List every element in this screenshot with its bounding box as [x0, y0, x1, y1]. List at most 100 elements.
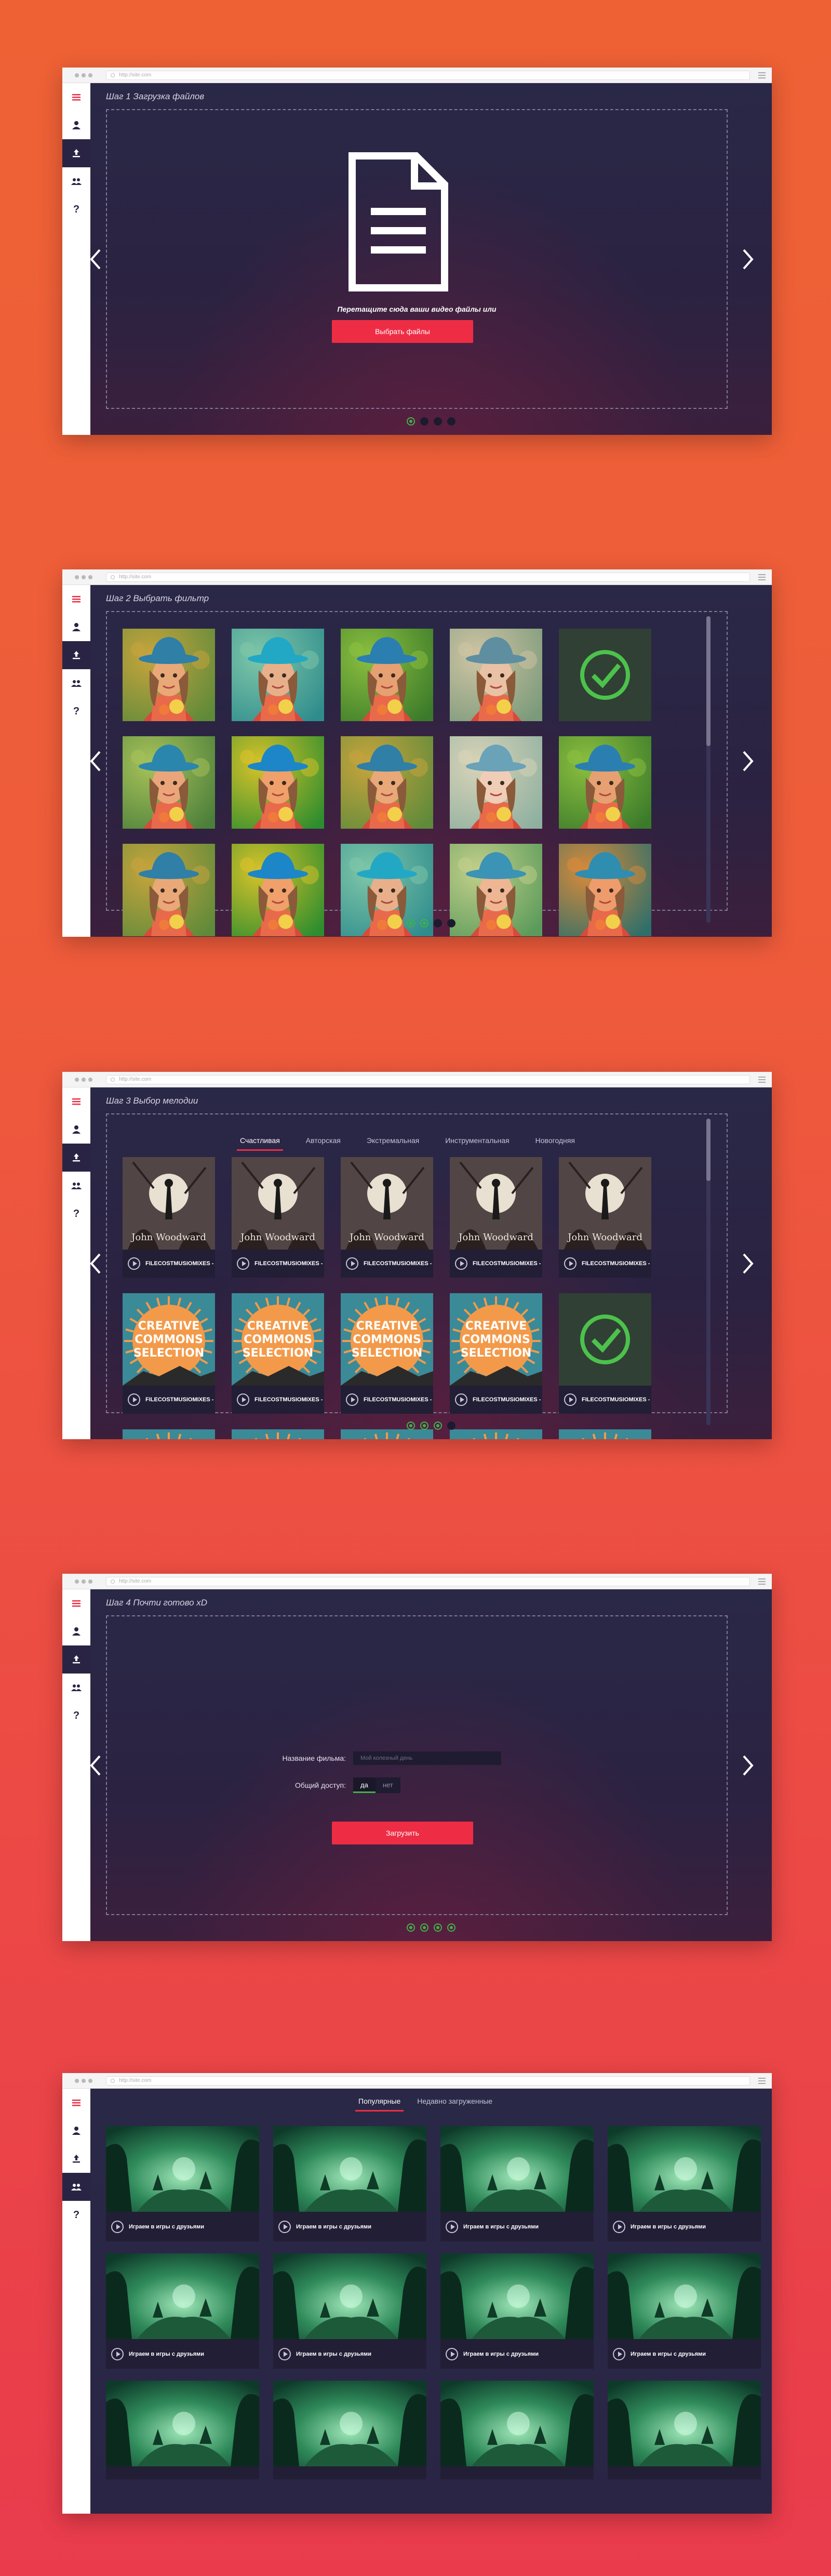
pager-dot[interactable] — [407, 1923, 415, 1932]
menu-icon[interactable] — [62, 83, 90, 111]
filter-thumb[interactable] — [341, 736, 433, 829]
pager-dot[interactable] — [407, 417, 415, 426]
menu-icon[interactable] — [62, 1087, 90, 1116]
user-icon[interactable] — [62, 1116, 90, 1144]
help-icon[interactable]: ? — [62, 195, 90, 223]
scrollbar[interactable] — [706, 616, 711, 923]
pager-dot[interactable] — [407, 919, 415, 927]
browser-menu-icon[interactable] — [758, 1578, 766, 1586]
help-icon[interactable]: ? — [62, 697, 90, 725]
gallery-tab[interactable]: Недавно загруженные — [409, 2095, 501, 2107]
upload-icon[interactable] — [62, 139, 90, 167]
pager-dot[interactable] — [407, 1422, 415, 1430]
prev-arrow-icon[interactable] — [90, 1753, 106, 1778]
video-card[interactable]: Играем в игры с друзьями — [440, 2126, 594, 2241]
play-icon[interactable] — [278, 2347, 291, 2360]
file-dropzone[interactable]: Перетащите сюда ваши видео файлы или Выб… — [106, 109, 728, 409]
browser-menu-icon[interactable] — [758, 72, 766, 80]
pager-dot[interactable] — [447, 1923, 455, 1932]
melody-card[interactable]: CREATIVE COMMONS SELECTION — [559, 1429, 651, 1439]
play-icon[interactable] — [455, 1257, 467, 1270]
filter-thumb[interactable] — [559, 736, 651, 829]
upload-icon[interactable] — [62, 2145, 90, 2173]
filter-thumb[interactable] — [232, 629, 324, 721]
help-icon[interactable]: ? — [62, 1702, 90, 1730]
melody-card[interactable]: CREATIVE COMMONS SELECTION — [450, 1429, 542, 1439]
video-card[interactable] — [273, 2381, 426, 2479]
help-icon[interactable]: ? — [62, 1200, 90, 1228]
play-icon[interactable] — [237, 1257, 249, 1270]
video-card[interactable]: Играем в игры с друзьями — [608, 2126, 761, 2241]
play-icon[interactable] — [237, 1393, 249, 1406]
address-bar[interactable]: http://site.com — [106, 1577, 750, 1586]
melody-card[interactable]: John Woodward FILECOSTMUSIOMIXES - TWAMX — [450, 1157, 542, 1278]
browser-menu-icon[interactable] — [758, 574, 766, 582]
address-bar[interactable]: http://site.com — [106, 1075, 750, 1084]
group-icon[interactable] — [62, 1172, 90, 1200]
video-card[interactable] — [608, 2381, 761, 2479]
scrollbar[interactable] — [706, 1119, 711, 1425]
play-icon[interactable] — [446, 2220, 458, 2233]
filter-thumb[interactable] — [450, 736, 542, 829]
pager-dot[interactable] — [420, 1422, 428, 1430]
browser-menu-icon[interactable] — [758, 1077, 766, 1084]
menu-icon[interactable] — [62, 585, 90, 613]
group-icon[interactable] — [62, 167, 90, 195]
play-icon[interactable] — [128, 1393, 140, 1406]
video-card[interactable]: Играем в игры с друзьями — [273, 2253, 426, 2369]
melody-card[interactable]: John Woodward FILECOSTMUSIOMIXES - TWAMX — [123, 1157, 215, 1278]
address-bar[interactable]: http://site.com — [106, 2076, 750, 2086]
melody-card[interactable]: CREATIVE COMMONS SELECTION FILECOSTMUSIO… — [341, 1293, 433, 1414]
filter-thumb[interactable] — [341, 629, 433, 721]
pager-dot[interactable] — [434, 919, 442, 927]
melody-tab[interactable]: Экстремальная — [358, 1134, 427, 1147]
play-icon[interactable] — [446, 2347, 458, 2360]
access-yes-option[interactable]: да — [353, 1777, 376, 1793]
video-card[interactable] — [440, 2381, 594, 2479]
pager-dot[interactable] — [447, 1422, 455, 1430]
pager-dot[interactable] — [434, 417, 442, 426]
choose-files-button[interactable]: Выбрать файлы — [332, 320, 473, 343]
user-icon[interactable] — [62, 613, 90, 641]
filter-thumb[interactable] — [123, 629, 215, 721]
play-icon[interactable] — [111, 2220, 124, 2233]
video-card[interactable]: Играем в игры с друзьями — [106, 2253, 259, 2369]
play-icon[interactable] — [613, 2347, 625, 2360]
play-icon[interactable] — [564, 1393, 577, 1406]
play-icon[interactable] — [346, 1393, 358, 1406]
video-card[interactable] — [106, 2381, 259, 2479]
filter-thumb[interactable] — [450, 629, 542, 721]
upload-icon[interactable] — [62, 1645, 90, 1674]
prev-arrow-icon[interactable] — [90, 749, 106, 774]
video-card[interactable]: Играем в игры с друзьями — [440, 2253, 594, 2369]
prev-arrow-icon[interactable] — [90, 1251, 106, 1276]
melody-card[interactable]: John Woodward FILECOSTMUSIOMIXES - TWAMX — [341, 1157, 433, 1278]
user-icon[interactable] — [62, 111, 90, 139]
pager-dot[interactable] — [420, 1923, 428, 1932]
pager-dot[interactable] — [420, 417, 428, 426]
user-icon[interactable] — [62, 2117, 90, 2145]
pager-dot[interactable] — [434, 1923, 442, 1932]
prev-arrow-icon[interactable] — [90, 247, 106, 272]
pager-dot[interactable] — [447, 417, 455, 426]
group-icon[interactable] — [62, 669, 90, 697]
filter-thumb[interactable] — [123, 736, 215, 829]
video-card[interactable]: Играем в игры с друзьями — [608, 2253, 761, 2369]
menu-icon[interactable] — [62, 2089, 90, 2117]
play-icon[interactable] — [111, 2347, 124, 2360]
melody-card[interactable]: CREATIVE COMMONS SELECTION — [232, 1429, 324, 1439]
melody-card[interactable]: John Woodward FILECOSTMUSIOMIXES - TWAMX — [559, 1157, 651, 1278]
melody-card[interactable]: CREATIVE COMMONS SELECTION FILECOSTMUSIO… — [450, 1293, 542, 1414]
next-arrow-icon[interactable] — [738, 247, 758, 272]
play-icon[interactable] — [346, 1257, 358, 1270]
video-card[interactable]: Играем в игры с друзьями — [273, 2126, 426, 2241]
play-icon[interactable] — [564, 1257, 577, 1270]
melody-tab[interactable]: Новогодняя — [527, 1134, 583, 1147]
play-icon[interactable] — [128, 1257, 140, 1270]
pager-dot[interactable] — [447, 919, 455, 927]
address-bar[interactable]: http://site.com — [106, 71, 750, 80]
melody-card-selected[interactable]: FILECOSTMUSIOMIXES - DEAF — [559, 1293, 651, 1414]
next-arrow-icon[interactable] — [738, 1251, 758, 1276]
upload-icon[interactable] — [62, 1144, 90, 1172]
filter-thumb[interactable] — [232, 736, 324, 829]
